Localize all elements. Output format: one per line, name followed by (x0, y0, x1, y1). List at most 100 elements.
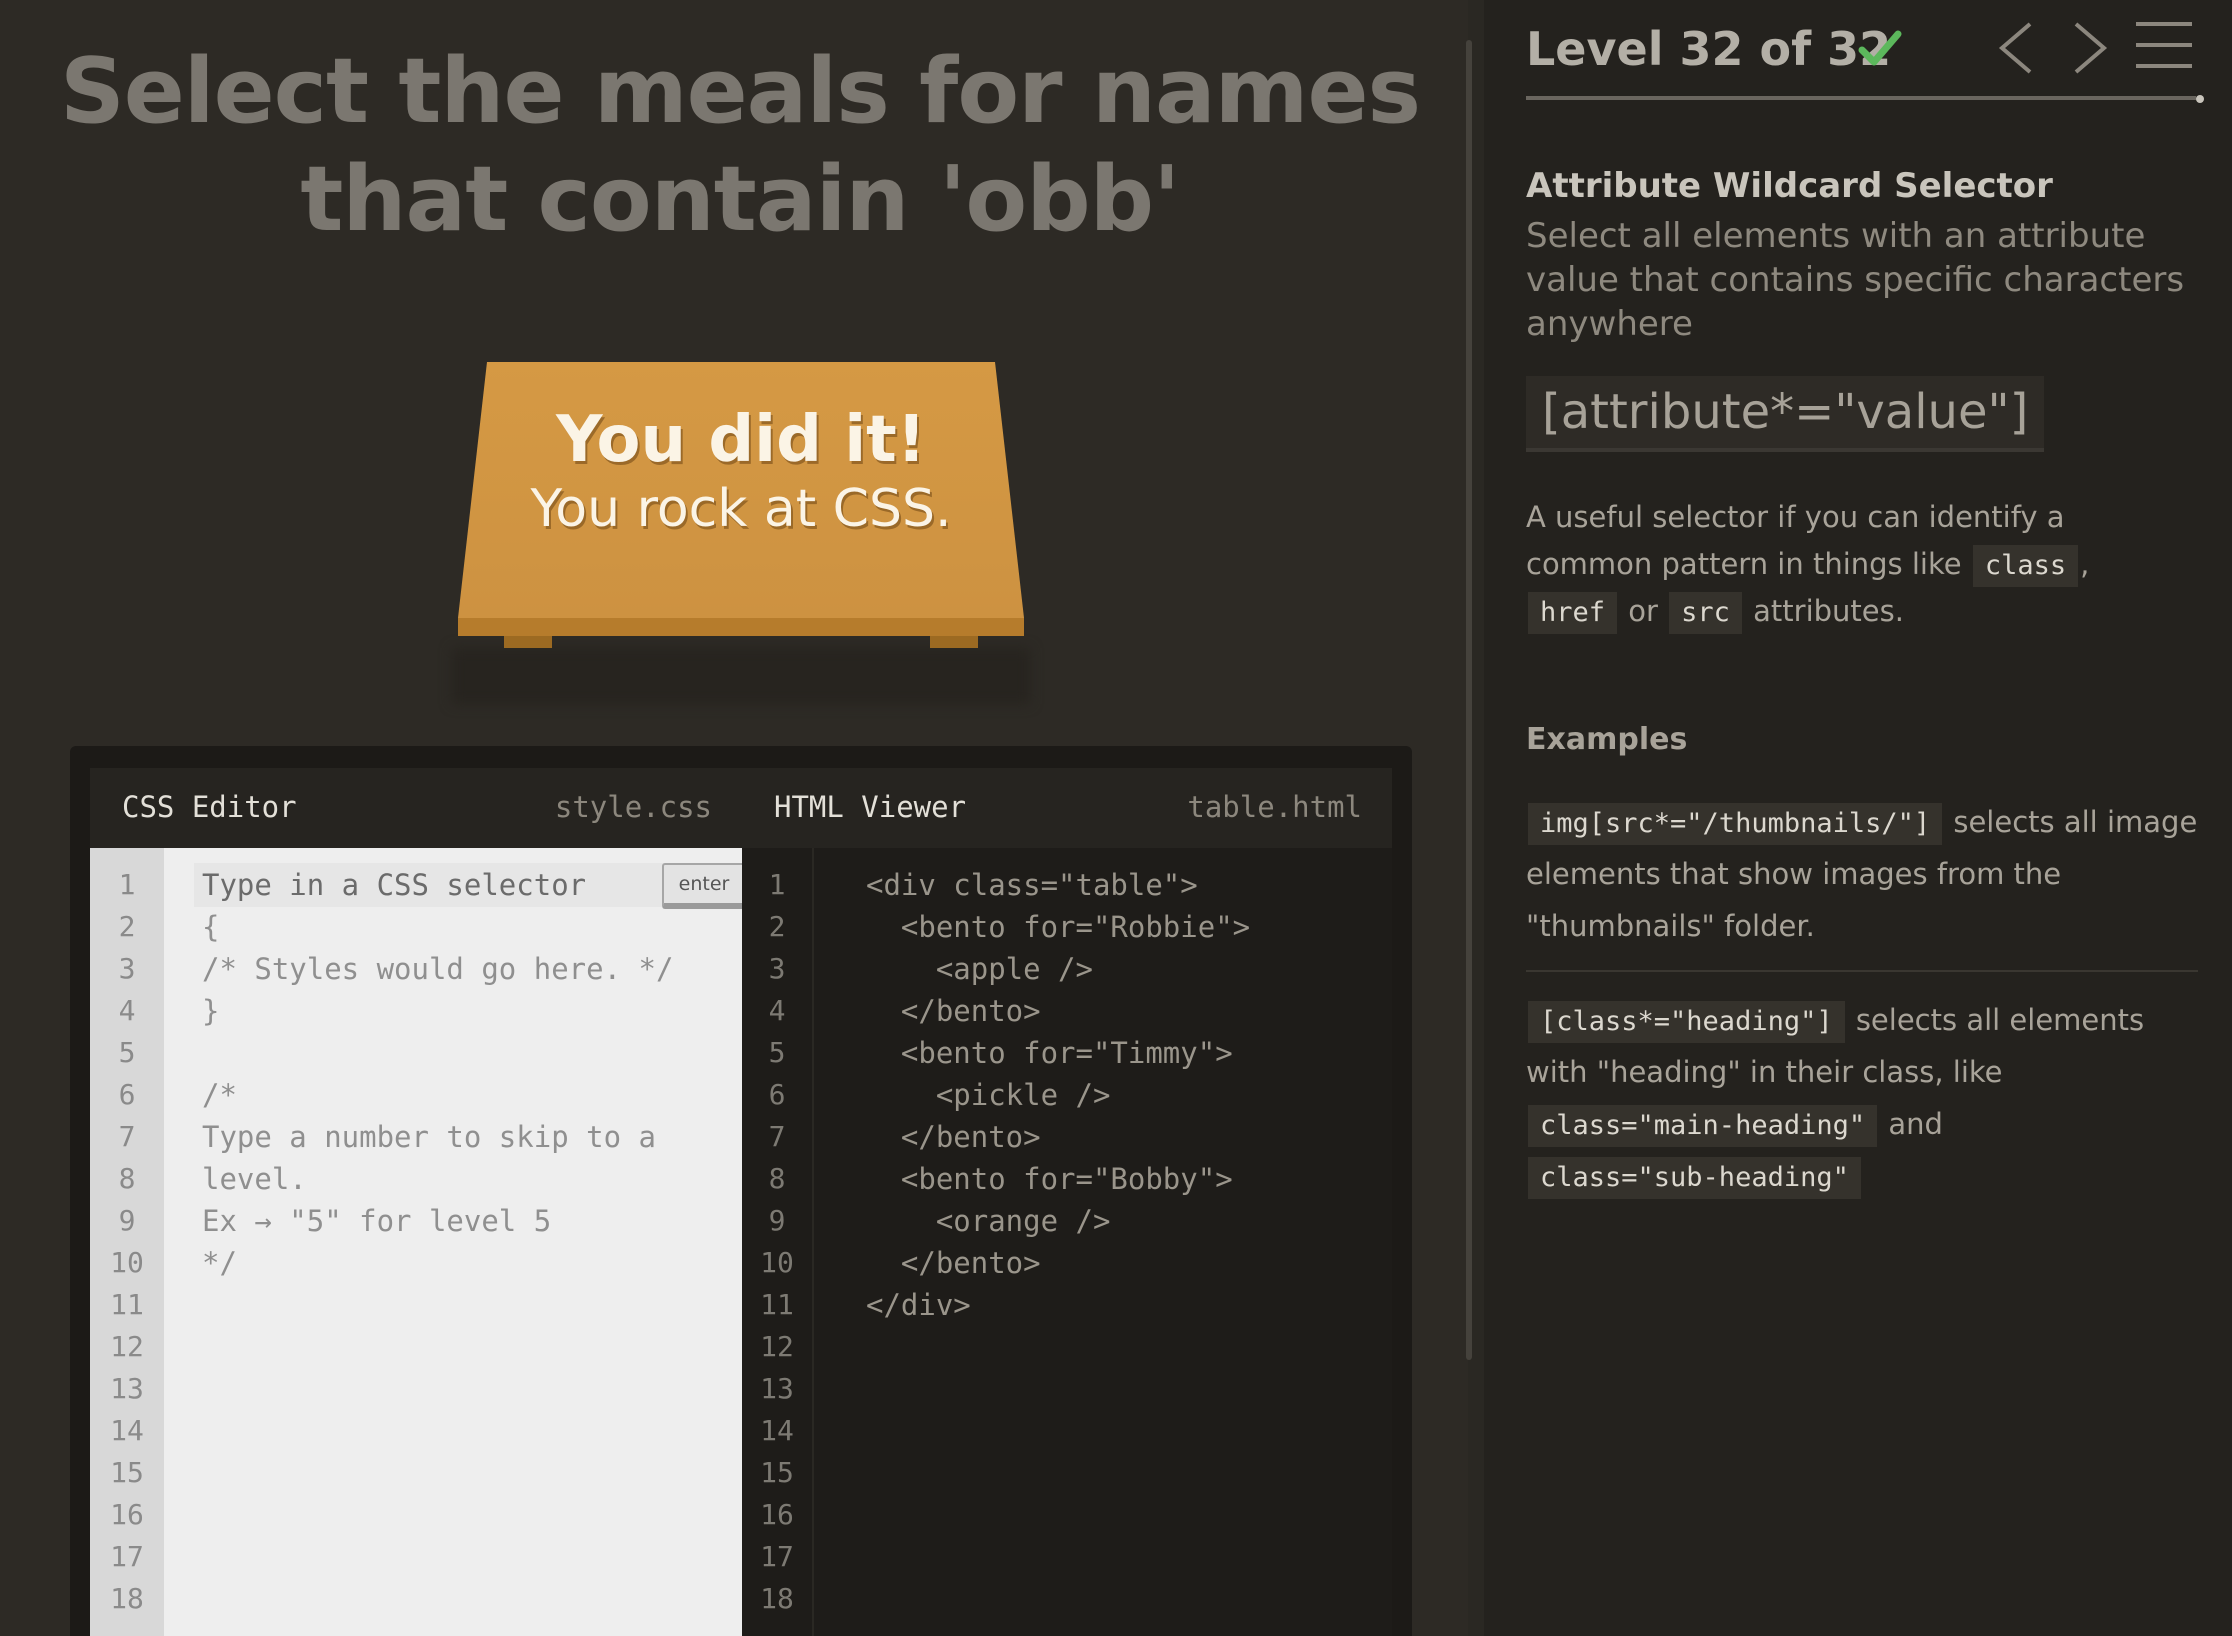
line-number: 5 (118, 1036, 136, 1069)
line-number: 5 (768, 1036, 786, 1069)
scrollbar-thumb[interactable] (1466, 40, 1472, 1360)
selector-description: Select all elements with an attribute va… (1526, 216, 2185, 344)
code-line: Type a number to skip to a (202, 1120, 656, 1154)
line-number: 18 (760, 1582, 794, 1615)
enter-button[interactable]: enter (662, 863, 746, 909)
code-line: /* (202, 1078, 237, 1112)
html-viewer-body: 1 2 3 4 5 6 7 8 9 10 11 12 13 14 15 16 17 18 <div class="… (742, 848, 1392, 1636)
code-line: /* Styles would go here. */ (202, 952, 674, 986)
example-item: [class*="heading"] selects all elements … (1526, 994, 2198, 1202)
html-viewer-pane: HTML Viewer table.html 1 2 3 4 5 6 7 8 9 10 11 12 13… (742, 768, 1392, 1636)
checkmark-icon (1858, 30, 1902, 66)
code-line: <div class="table"> (866, 868, 1198, 902)
line-number: 9 (118, 1204, 136, 1237)
code-chip: src (1669, 592, 1742, 634)
code-line: level. (202, 1162, 307, 1196)
line-number: 13 (760, 1372, 794, 1405)
level-progress-bar (1526, 96, 2196, 100)
html-line-numbers: 1 2 3 4 5 6 7 8 9 10 11 12 13 14 15 16 17 18 (742, 848, 814, 1636)
code-chip: href (1528, 592, 1618, 634)
divider (1526, 970, 2198, 972)
line-number: 2 (118, 910, 136, 943)
hint-separator: or (1628, 594, 1658, 628)
line-number: 14 (760, 1414, 794, 1447)
example-text: and (1888, 1107, 1943, 1141)
html-viewer-filename: table.html (1187, 790, 1362, 824)
hint-text: attributes. (1753, 594, 1904, 628)
line-number: 10 (110, 1246, 144, 1279)
line-number: 12 (110, 1330, 144, 1363)
code-chip: img[src*="/thumbnails/"] (1528, 803, 1943, 845)
table-leg (504, 636, 552, 648)
line-number: 16 (760, 1498, 794, 1531)
examples-heading: Examples (1526, 722, 1688, 757)
level-instruction: Select the meals for names that contain … (59, 39, 1421, 252)
code-line: </bento> (866, 994, 1041, 1028)
css-line-numbers: 1 2 3 4 5 6 7 8 9 10 11 12 13 14 15 16 17 18 (90, 848, 164, 1636)
css-editor-title: CSS Editor (122, 790, 297, 824)
menu-icon[interactable] (2136, 22, 2192, 72)
example-item: img[src*="/thumbnails/"] selects all ima… (1526, 796, 2198, 952)
code-line: */ (202, 1246, 237, 1280)
line-number: 6 (768, 1078, 786, 1111)
editor: CSS Editor style.css 1 2 3 4 5 6 7 8 9 10 11 12 13 14… (70, 746, 1412, 1636)
next-level-icon[interactable] (2068, 20, 2112, 76)
code-line: <pickle /> (866, 1078, 1111, 1112)
level-progress-marker (2196, 95, 2204, 103)
line-number: 17 (110, 1540, 144, 1573)
line-number: 17 (760, 1540, 794, 1573)
hint-separator: , (2080, 547, 2090, 581)
line-number: 4 (118, 994, 136, 1027)
table-shadow (452, 648, 1030, 704)
code-line: { (202, 910, 220, 944)
css-editor-body: 123456789101112131415161718 enter {/* St… (90, 848, 746, 1636)
line-number: 18 (110, 1582, 144, 1615)
line-number: 16 (110, 1498, 144, 1531)
line-number: 14 (110, 1414, 144, 1447)
line-number: 4 (768, 994, 786, 1027)
table-leg (930, 636, 978, 648)
css-editor-pane: CSS Editor style.css 1 2 3 4 5 6 7 8 9 10 11 12 13 14… (90, 768, 746, 1636)
code-chip: class="sub-heading" (1528, 1157, 1861, 1199)
selector-name: Attribute Wildcard Selector (1526, 166, 2053, 206)
line-number: 8 (768, 1162, 786, 1195)
selector-hint: A useful selector if you can identify a … (1526, 494, 2186, 635)
line-number: 7 (768, 1120, 786, 1153)
success-title: You did it! (556, 403, 926, 477)
line-number: 6 (118, 1078, 136, 1111)
game-area: Select the meals for names that contain … (0, 0, 1468, 1636)
success-message: You did it! You rock at CSS. (458, 402, 1024, 540)
line-number: 15 (110, 1456, 144, 1489)
code-line: <bento for="Timmy"> (866, 1036, 1233, 1070)
line-number: 1 (118, 868, 136, 901)
line-number: 11 (760, 1288, 794, 1321)
sidebar: Level 32 of 32 Attribute Wildcard Select… (1484, 0, 2232, 1636)
line-number: 9 (768, 1204, 786, 1237)
line-number: 3 (768, 952, 786, 985)
line-number: 13 (110, 1372, 144, 1405)
line-number: 8 (118, 1162, 136, 1195)
html-viewer-title: HTML Viewer (774, 790, 967, 824)
css-editor-header: CSS Editor style.css (90, 768, 742, 848)
table: You did it! You rock at CSS. (452, 362, 1030, 704)
html-viewer-header: HTML Viewer table.html (742, 768, 1392, 848)
line-number: 7 (118, 1120, 136, 1153)
line-number: 11 (110, 1288, 144, 1321)
code-line: </div> (866, 1288, 971, 1322)
code-line: <bento for="Bobby"> (866, 1162, 1233, 1196)
code-line: <orange /> (866, 1204, 1111, 1238)
level-header: Level 32 of 32 (1526, 22, 1892, 76)
code-line: <apple /> (866, 952, 1093, 986)
table-edge (458, 618, 1024, 636)
previous-level-icon[interactable] (1994, 20, 2038, 76)
code-line: Ex → "5" for level 5 (202, 1204, 552, 1238)
line-number: 1 (768, 868, 786, 901)
css-selector-input[interactable] (194, 863, 724, 907)
code-line: <bento for="Robbie"> (866, 910, 1251, 944)
line-number: 3 (118, 952, 136, 985)
line-number: 2 (768, 910, 786, 943)
code-line: </bento> (866, 1246, 1041, 1280)
code-chip: class (1972, 545, 2079, 587)
selector-syntax: [attribute*="value"] (1526, 376, 2045, 452)
code-line: } (202, 994, 220, 1028)
